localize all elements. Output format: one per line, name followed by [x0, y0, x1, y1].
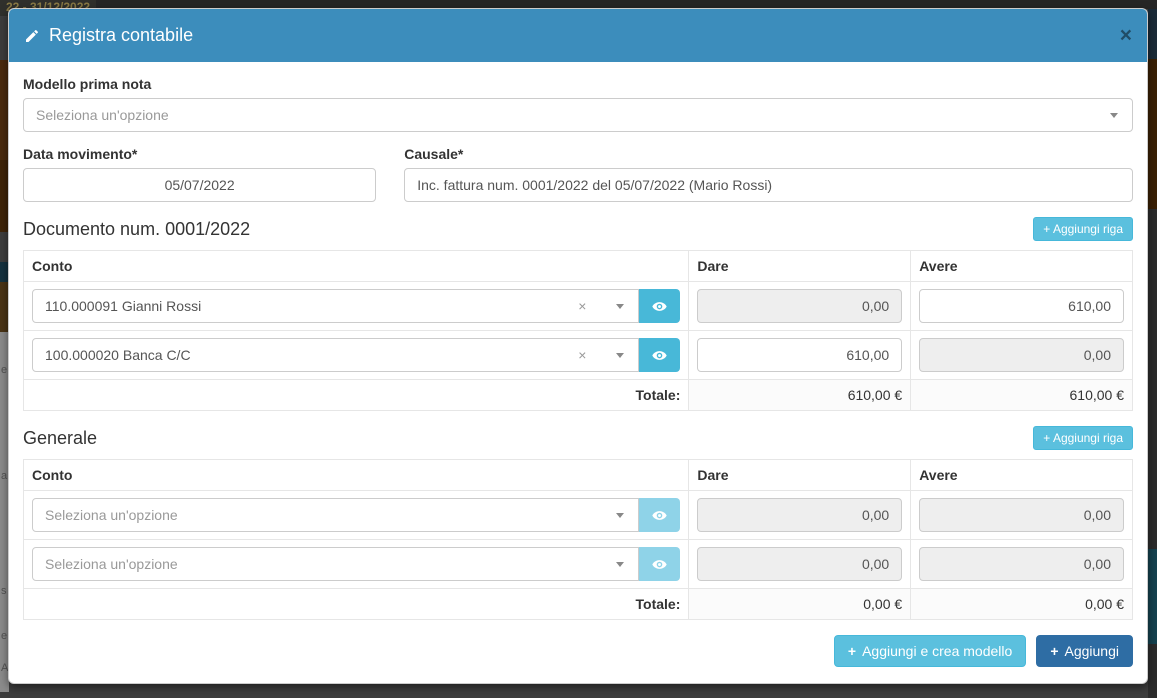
avere-header: Avere: [911, 251, 1133, 282]
generale-table: Conto Dare Avere Seleziona un'opzione: [23, 459, 1133, 620]
avere-input[interactable]: [919, 547, 1124, 581]
conto-select[interactable]: Seleziona un'opzione: [32, 498, 639, 532]
avere-input[interactable]: [919, 338, 1124, 372]
clear-icon[interactable]: ×: [578, 347, 586, 363]
clear-icon[interactable]: ×: [578, 298, 586, 314]
conto-select[interactable]: 100.000020 Banca C/C ×: [32, 338, 639, 372]
background-text-fragment: s: [1, 585, 7, 597]
conto-select[interactable]: Seleziona un'opzione: [32, 547, 639, 581]
total-row: Totale: 610,00 € 610,00 €: [24, 380, 1133, 411]
chevron-down-icon: [616, 562, 624, 567]
conto-placeholder: Seleziona un'opzione: [45, 507, 178, 523]
table-header-row: Conto Dare Avere: [24, 460, 1133, 491]
modello-prima-nota-label: Modello prima nota: [23, 76, 1133, 92]
conto-header: Conto: [24, 251, 689, 282]
causale-label: Causale*: [404, 146, 1133, 162]
aggiungi-riga-button[interactable]: + Aggiungi riga: [1033, 217, 1133, 241]
background-fragment: [1148, 644, 1157, 698]
registra-contabile-modal: Registra contabile × Modello prima nota …: [8, 8, 1148, 684]
plus-icon: +: [1043, 431, 1050, 445]
table-header-row: Conto Dare Avere: [24, 251, 1133, 282]
background-fragment: [1148, 59, 1157, 209]
background-text-fragment: e: [1, 630, 7, 642]
totale-label: Totale:: [24, 589, 689, 620]
table-row: Seleziona un'opzione: [24, 540, 1133, 589]
eye-button[interactable]: [639, 338, 680, 372]
close-icon[interactable]: ×: [1120, 25, 1132, 46]
aggiungi-riga-button[interactable]: + Aggiungi riga: [1033, 426, 1133, 450]
avere-input[interactable]: [919, 498, 1124, 532]
background-fragment: [1148, 209, 1157, 549]
background-text-fragment: a: [1, 470, 7, 482]
chevron-down-icon: [616, 513, 624, 518]
modello-placeholder: Seleziona un'opzione: [36, 107, 169, 123]
table-row: Seleziona un'opzione: [24, 491, 1133, 540]
data-movimento-label: Data movimento*: [23, 146, 376, 162]
modal-footer: + Aggiungi e crea modello + Aggiungi: [9, 625, 1147, 683]
section-documento-title: Documento num. 0001/2022: [23, 219, 250, 240]
modal-body: Modello prima nota Seleziona un'opzione …: [9, 62, 1147, 625]
modal-title: Registra contabile: [24, 25, 193, 46]
avere-input[interactable]: [919, 289, 1124, 323]
conto-header: Conto: [24, 460, 689, 491]
dare-header: Dare: [689, 460, 911, 491]
conto-value: 110.000091 Gianni Rossi: [45, 298, 201, 314]
causale-input[interactable]: [404, 168, 1133, 202]
dare-header: Dare: [689, 251, 911, 282]
aggiungi-e-crea-modello-button[interactable]: + Aggiungi e crea modello: [834, 635, 1026, 667]
background-fragment: [1148, 9, 1157, 59]
totale-avere: 0,00 €: [911, 589, 1133, 620]
totale-avere: 610,00 €: [911, 380, 1133, 411]
conto-value: 100.000020 Banca C/C: [45, 347, 191, 363]
background-text-fragment: e: [1, 364, 7, 376]
chevron-down-icon: [1110, 113, 1118, 118]
plus-icon: +: [1050, 643, 1058, 659]
totale-label: Totale:: [24, 380, 689, 411]
eye-button[interactable]: [639, 289, 680, 323]
conto-select[interactable]: 110.000091 Gianni Rossi ×: [32, 289, 639, 323]
conto-placeholder: Seleziona un'opzione: [45, 556, 178, 572]
table-row: 100.000020 Banca C/C ×: [24, 331, 1133, 380]
dare-input[interactable]: [697, 498, 902, 532]
chevron-down-icon: [616, 353, 624, 358]
pencil-icon: [24, 28, 40, 44]
dare-input[interactable]: [697, 547, 902, 581]
section-generale-title: Generale: [23, 428, 97, 449]
chevron-down-icon: [616, 304, 624, 309]
table-row: 110.000091 Gianni Rossi ×: [24, 282, 1133, 331]
eye-button[interactable]: [639, 547, 680, 581]
plus-icon: +: [848, 643, 856, 659]
total-row: Totale: 0,00 € 0,00 €: [24, 589, 1133, 620]
totale-dare: 610,00 €: [689, 380, 911, 411]
documento-table: Conto Dare Avere 110.000091 Gianni Rossi…: [23, 250, 1133, 411]
dare-input[interactable]: [697, 338, 902, 372]
dare-input[interactable]: [697, 289, 902, 323]
totale-dare: 0,00 €: [689, 589, 911, 620]
background-fragment: [1148, 549, 1157, 644]
data-movimento-input[interactable]: [23, 168, 376, 202]
modal-title-text: Registra contabile: [49, 25, 193, 46]
modello-prima-nota-select[interactable]: Seleziona un'opzione: [23, 98, 1133, 132]
eye-button[interactable]: [639, 498, 680, 532]
aggiungi-button[interactable]: + Aggiungi: [1036, 635, 1133, 667]
avere-header: Avere: [911, 460, 1133, 491]
modal-header: Registra contabile ×: [9, 9, 1147, 62]
plus-icon: +: [1043, 222, 1050, 236]
